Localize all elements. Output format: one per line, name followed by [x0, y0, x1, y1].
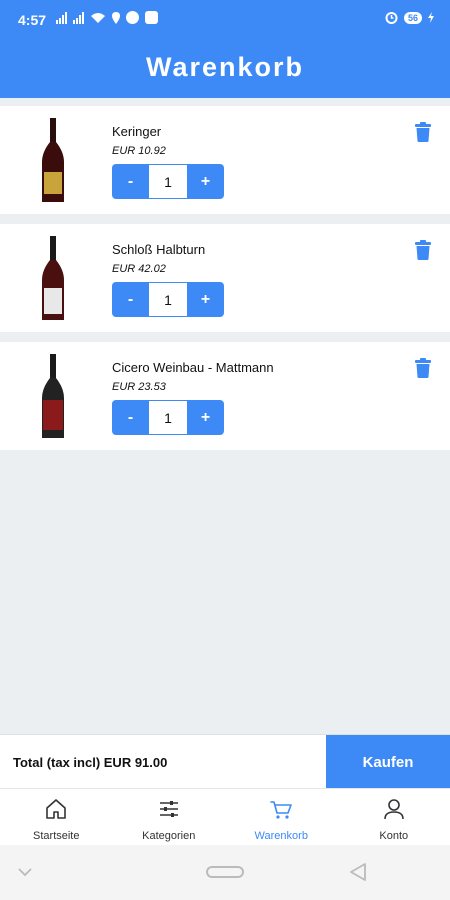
quantity-value[interactable]: 1 [149, 400, 187, 435]
charging-icon [428, 12, 434, 23]
product-name: Schloß Halbturn [112, 242, 206, 257]
page-title: Warenkorb [145, 52, 305, 82]
increase-quantity-button[interactable]: + [187, 400, 224, 435]
back-icon[interactable] [348, 862, 368, 882]
status-time: 4:57 [18, 12, 47, 28]
sliders-icon [159, 801, 178, 817]
nav-label: Konto [379, 830, 409, 842]
decrease-quantity-button[interactable]: - [112, 400, 149, 435]
trash-icon[interactable] [414, 358, 432, 378]
home-icon [46, 799, 67, 819]
system-nav-bar [0, 845, 450, 900]
whatsapp-icon [126, 11, 139, 24]
bottle-label [44, 288, 62, 314]
bottle-label [44, 172, 62, 194]
quantity-value[interactable]: 1 [149, 164, 187, 199]
nav-item-kategorien[interactable]: Kategorien [113, 789, 226, 845]
nav-item-warenkorb[interactable]: Warenkorb [225, 789, 338, 845]
status-icons-right: 56 [385, 11, 434, 24]
buy-button[interactable]: Kaufen [326, 735, 450, 789]
quantity-stepper: - 1 + [112, 282, 224, 317]
wine-bottle-icon [42, 354, 64, 438]
decrease-quantity-button[interactable]: - [112, 282, 149, 317]
gallery-icon [145, 11, 158, 24]
bottle-label [43, 400, 63, 430]
product-image [30, 236, 76, 322]
trash-icon[interactable] [414, 240, 432, 260]
product-price: EUR 23.53 [112, 381, 166, 393]
decrease-quantity-button[interactable]: - [112, 164, 149, 199]
product-name: Cicero Weinbau - Mattmann [112, 360, 274, 375]
checkout-bar: Total (tax incl) EUR 91.00 Kaufen [0, 734, 450, 789]
chevron-down-icon[interactable] [18, 867, 32, 877]
quantity-stepper: - 1 + [112, 164, 224, 199]
wine-bottle-icon [42, 236, 64, 320]
product-image [30, 354, 76, 440]
cart-total: Total (tax incl) EUR 91.00 [13, 755, 168, 770]
cart-item: Schloß Halbturn EUR 42.02 - 1 + [0, 224, 450, 332]
wine-bottle-icon [42, 118, 64, 202]
nav-label: Kategorien [142, 830, 196, 842]
increase-quantity-button[interactable]: + [187, 164, 224, 199]
product-price: EUR 42.02 [112, 263, 166, 275]
nav-label: Warenkorb [254, 830, 308, 842]
status-bar: 4:57 56 [0, 0, 450, 40]
signal-icon [56, 11, 67, 24]
home-pill-button[interactable] [206, 866, 244, 878]
quantity-stepper: - 1 + [112, 400, 224, 435]
cart-item: Keringer EUR 10.92 - 1 + [0, 106, 450, 214]
signal-icon [73, 11, 84, 24]
nav-item-konto[interactable]: Konto [338, 789, 450, 845]
product-price: EUR 10.92 [112, 145, 166, 157]
status-icons-left [56, 11, 158, 24]
nav-item-startseite[interactable]: Startseite [0, 789, 113, 845]
cart-item: Cicero Weinbau - Mattmann EUR 23.53 - 1 … [0, 342, 450, 450]
product-name: Keringer [112, 124, 162, 139]
location-icon [112, 11, 120, 24]
app-header: Warenkorb [0, 40, 450, 98]
wifi-icon [91, 12, 105, 23]
quantity-value[interactable]: 1 [149, 282, 187, 317]
user-icon [383, 799, 404, 820]
battery-indicator: 56 [403, 11, 422, 24]
trash-icon[interactable] [414, 122, 432, 142]
increase-quantity-button[interactable]: + [187, 282, 224, 317]
alarm-icon [385, 12, 398, 24]
cart-icon [270, 801, 293, 819]
nav-label: Startseite [33, 830, 80, 842]
bottom-nav: Startseite Kategorien Warenkorb Konto [0, 788, 450, 845]
product-image [30, 118, 76, 204]
